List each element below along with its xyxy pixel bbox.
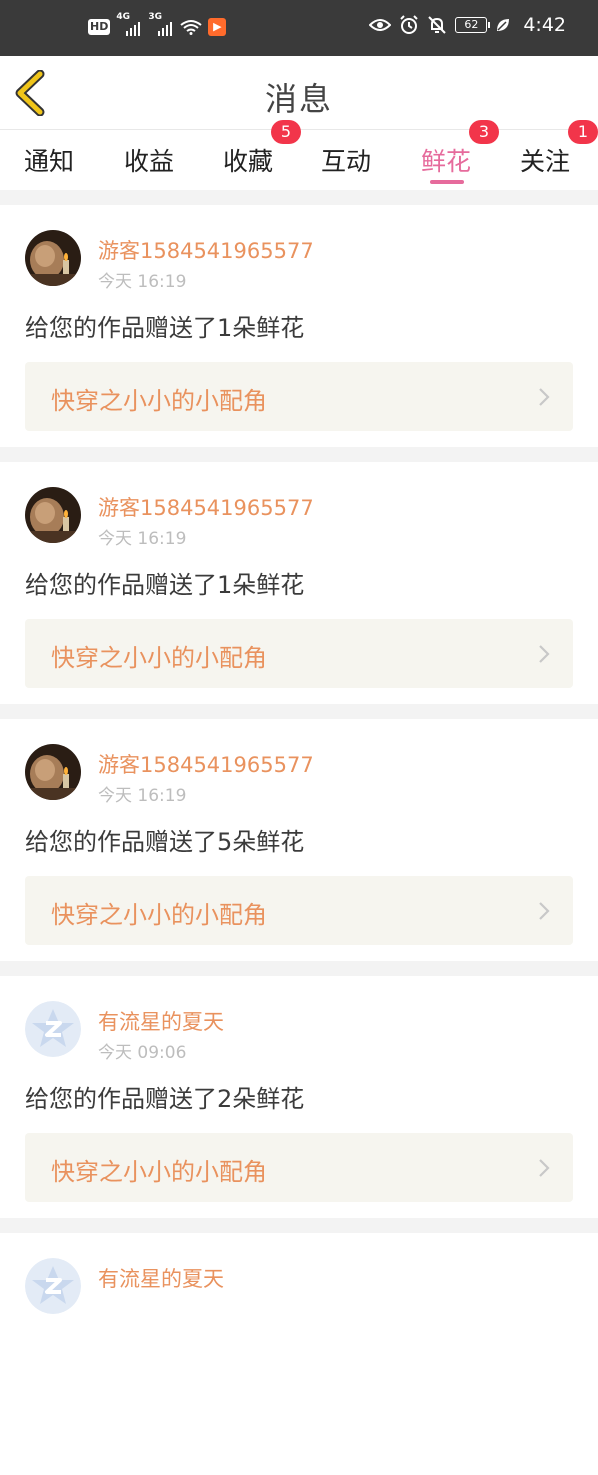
tab-earnings[interactable]: 收益 [124,142,174,178]
tab-favorites[interactable]: 收藏 5 [223,120,301,178]
clock: 4:42 [523,14,566,36]
tab-flowers[interactable]: 鲜花 3 [421,120,499,178]
work-title: 快穿之小小的小配角 [51,644,267,672]
list-item[interactable]: 有流星的夏天 [0,1233,598,1475]
status-right: 62 4:42 [369,14,566,36]
username[interactable]: 有流星的夏天 [98,1006,224,1036]
chevron-right-icon [539,902,550,920]
avatar[interactable] [25,744,81,800]
timestamp: 今天 16:19 [98,786,187,806]
work-title: 快穿之小小的小配角 [51,1158,267,1186]
tab-label: 互动 [321,147,372,176]
avatar[interactable] [25,1258,81,1314]
list-item[interactable]: 游客1584541965577 今天 16:19 给您的作品赠送了1朵鲜花 快穿… [0,462,598,704]
tab-following[interactable]: 关注 1 [520,120,598,178]
username[interactable]: 游客1584541965577 [98,235,314,265]
leaf-icon [497,19,510,31]
username[interactable]: 游客1584541965577 [98,492,314,522]
message-text: 给您的作品赠送了2朵鲜花 [25,1085,305,1113]
chevron-right-icon [539,1159,550,1177]
app-notification-icon: ▶ [208,18,227,36]
message-text: 给您的作品赠送了5朵鲜花 [25,828,305,856]
wifi-icon [180,20,202,35]
status-bar: HD 4G 3G ▶ 62 4:42 [0,0,598,56]
tab-label: 鲜花 [421,147,472,176]
work-link[interactable]: 快穿之小小的小配角 [25,619,573,688]
work-link[interactable]: 快穿之小小的小配角 [25,362,573,431]
work-link[interactable]: 快穿之小小的小配角 [25,1133,573,1202]
signal-4g-icon: 4G [116,12,142,36]
timestamp: 今天 16:19 [98,529,187,549]
list-item[interactable]: 有流星的夏天 今天 09:06 给您的作品赠送了2朵鲜花 快穿之小小的小配角 [0,976,598,1218]
eye-icon [369,19,392,31]
nav-bar: 消息 [0,56,598,130]
following-count-badge: 1 [568,120,598,144]
battery-icon: 62 [455,17,491,33]
tab-label: 通知 [24,147,75,176]
active-tab-indicator [430,180,464,184]
hd-badge: HD [88,19,111,35]
message-text: 给您的作品赠送了1朵鲜花 [25,571,305,599]
timestamp: 今天 16:19 [98,272,187,292]
username[interactable]: 游客1584541965577 [98,749,314,779]
chevron-right-icon [539,388,550,406]
tab-notify[interactable]: 通知 [24,142,74,178]
tab-interaction[interactable]: 互动 [321,142,371,178]
avatar[interactable] [25,1001,81,1057]
bell-off-icon [428,16,447,34]
work-link[interactable]: 快穿之小小的小配角 [25,876,573,945]
work-title: 快穿之小小的小配角 [51,901,267,929]
work-title: 快穿之小小的小配角 [51,387,267,415]
tab-label: 关注 [520,147,571,176]
alarm-icon [400,15,419,34]
signal-4g-label: 4G [116,12,130,22]
avatar[interactable] [25,230,81,286]
tab-bar: 通知 收益 收藏 5 互动 鲜花 3 关注 1 [0,120,598,190]
page-title: 消息 [264,80,333,118]
list-item[interactable]: 游客1584541965577 今天 16:19 给您的作品赠送了1朵鲜花 快穿… [0,205,598,447]
chevron-right-icon [539,645,550,663]
tab-label: 收益 [124,147,175,176]
list-item[interactable]: 游客1584541965577 今天 16:19 给您的作品赠送了5朵鲜花 快穿… [0,719,598,961]
signal-3g-label: 3G [148,12,162,22]
username[interactable]: 有流星的夏天 [98,1263,224,1293]
message-text: 给您的作品赠送了1朵鲜花 [25,314,305,342]
avatar[interactable] [25,487,81,543]
tab-label: 收藏 [223,147,274,176]
battery-level: 62 [464,18,479,31]
timestamp: 今天 09:06 [98,1043,187,1063]
favorites-count-badge: 5 [271,120,301,144]
flowers-count-badge: 3 [469,120,499,144]
signal-3g-icon: 3G [148,12,174,36]
message-list: 游客1584541965577 今天 16:19 给您的作品赠送了1朵鲜花 快穿… [0,190,598,1475]
status-left: HD 4G 3G ▶ [88,12,227,36]
